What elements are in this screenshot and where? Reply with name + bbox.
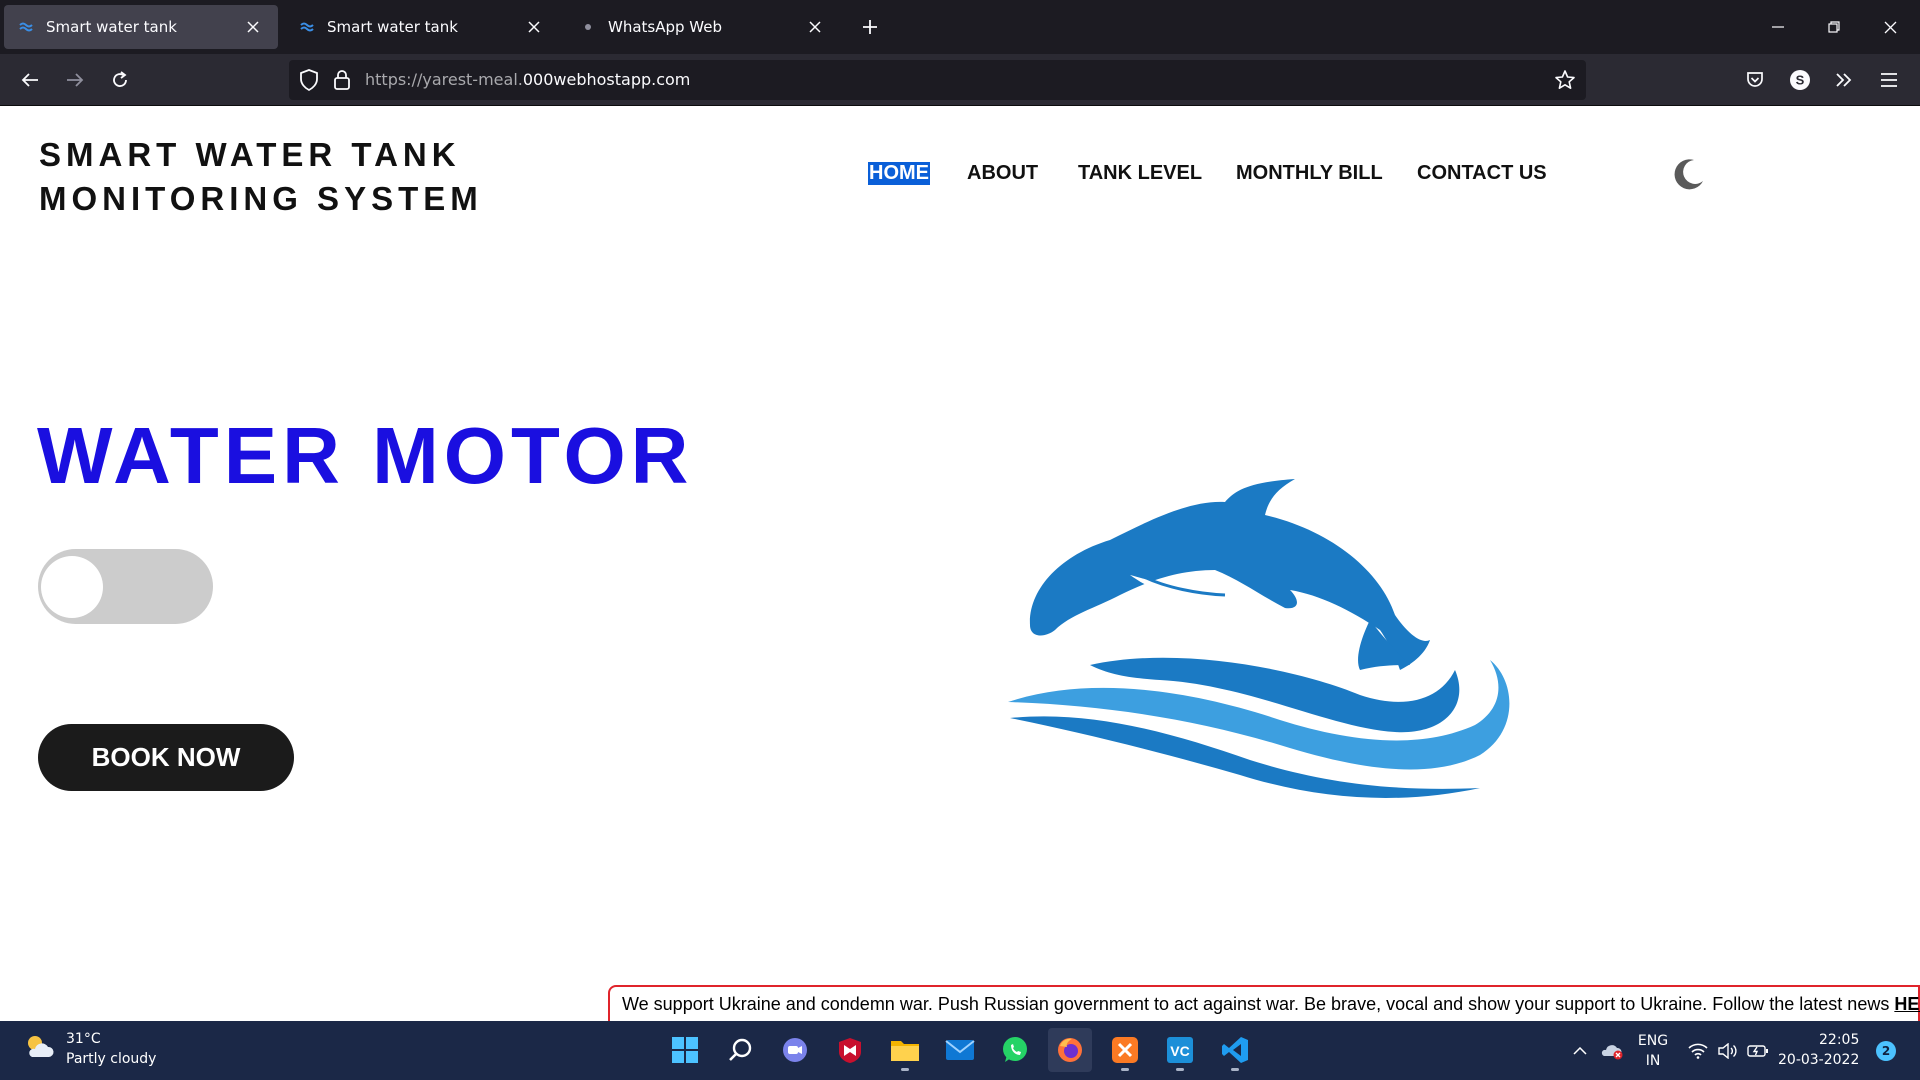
minimize-icon[interactable]: [1750, 0, 1806, 54]
show-hidden-icons-chevron-icon[interactable]: [1565, 1021, 1595, 1080]
hamburger-menu-icon[interactable]: [1871, 62, 1907, 98]
xampp-icon[interactable]: [1103, 1028, 1147, 1072]
clock-date-text: 20-03-2022: [1778, 1052, 1860, 1068]
tab-smart-water-tank[interactable]: Smart water tank: [285, 5, 559, 49]
url-text[interactable]: https://yarest-meal.000webhostapp.com: [365, 70, 690, 89]
lock-icon[interactable]: [333, 69, 351, 96]
moon-icon[interactable]: [1672, 157, 1706, 196]
tab-title: Smart water tank: [327, 18, 458, 36]
dolphin-waves-logo: [1000, 470, 1510, 815]
clock-date[interactable]: 22:05 20-03-2022: [1778, 1030, 1859, 1070]
svg-text:VC: VC: [1170, 1043, 1189, 1059]
address-bar[interactable]: https://yarest-meal.000webhostapp.com: [289, 60, 1586, 100]
tab-whatsapp-web[interactable]: WhatsApp Web: [566, 5, 840, 49]
tracking-shield-icon[interactable]: [299, 69, 319, 96]
firefox-icon[interactable]: [1048, 1028, 1092, 1072]
water-favicon-icon: [299, 19, 315, 35]
nav-tank-level[interactable]: TANK LEVEL: [1078, 162, 1202, 185]
banner-here-link[interactable]: HERE: [1894, 994, 1920, 1014]
vnc-viewer-icon[interactable]: VC: [1158, 1028, 1202, 1072]
weather-description: Partly cloudy: [66, 1051, 157, 1067]
url-domain: 000webhostapp.com: [522, 70, 691, 89]
mcafee-icon[interactable]: [828, 1028, 872, 1072]
bookmark-star-icon[interactable]: [1554, 69, 1576, 96]
more-tools-chevron-icon[interactable]: [1826, 62, 1862, 98]
nav-contact-us[interactable]: CONTACT US: [1417, 162, 1547, 185]
site-title-line2: MONITORING SYSTEM: [39, 180, 483, 217]
close-tab-icon[interactable]: [523, 16, 545, 38]
search-icon[interactable]: [718, 1028, 762, 1072]
close-window-icon[interactable]: [1862, 0, 1918, 54]
vscode-icon[interactable]: [1213, 1028, 1257, 1072]
pocket-icon[interactable]: [1737, 62, 1773, 98]
tab-smart-water-tank-active[interactable]: Smart water tank: [4, 5, 278, 49]
nav-about[interactable]: ABOUT: [967, 162, 1038, 185]
weather-widget[interactable]: 31°C Partly cloudy: [24, 1029, 156, 1069]
whatsapp-icon[interactable]: [993, 1028, 1037, 1072]
motor-toggle-switch[interactable]: [38, 549, 213, 624]
clock-time: 22:05: [1819, 1032, 1860, 1048]
new-tab-plus-icon[interactable]: [856, 13, 884, 41]
book-now-button[interactable]: BOOK NOW: [38, 724, 294, 791]
toggle-knob: [41, 556, 103, 618]
tab-title: Smart water tank: [46, 18, 177, 36]
browser-nav-bar: https://yarest-meal.000webhostapp.com S: [0, 54, 1920, 106]
banner-message: We support Ukraine and condemn war. Push…: [622, 994, 1920, 1015]
restore-icon[interactable]: [1806, 0, 1862, 54]
mail-icon[interactable]: [938, 1028, 982, 1072]
language-code: ENG: [1637, 1032, 1669, 1049]
close-tab-icon[interactable]: [804, 16, 826, 38]
start-windows-icon[interactable]: [663, 1028, 707, 1072]
site-title: SMART WATER TANK MONITORING SYSTEM: [39, 133, 483, 221]
forward-arrow-icon[interactable]: [57, 62, 93, 98]
ukraine-support-banner: We support Ukraine and condemn war. Push…: [608, 985, 1920, 1021]
volume-icon[interactable]: [1714, 1021, 1742, 1080]
tab-title: WhatsApp Web: [608, 18, 723, 36]
wifi-icon[interactable]: [1684, 1021, 1712, 1080]
notification-count-badge[interactable]: 2: [1876, 1041, 1896, 1061]
windows-taskbar: 31°C Partly cloudy VC ENG IN 22:05 20-03…: [0, 1021, 1920, 1080]
file-explorer-icon[interactable]: [883, 1028, 927, 1072]
hero-heading: WATER MOTOR: [37, 411, 694, 500]
water-favicon-icon: [18, 19, 34, 35]
onedrive-error-icon[interactable]: [1597, 1021, 1627, 1080]
teams-chat-icon[interactable]: [773, 1028, 817, 1072]
banner-text: We support Ukraine and condemn war. Push…: [622, 994, 1895, 1014]
battery-charging-icon[interactable]: [1744, 1021, 1772, 1080]
reload-icon[interactable]: [102, 62, 138, 98]
language-indicator[interactable]: ENG IN: [1630, 1021, 1676, 1080]
account-avatar-icon[interactable]: S: [1782, 62, 1818, 98]
weather-temperature: 31°C: [66, 1031, 101, 1047]
close-tab-icon[interactable]: [242, 16, 264, 38]
nav-monthly-bill[interactable]: MONTHLY BILL: [1236, 162, 1383, 185]
url-prefix: https://yarest-meal.: [365, 70, 523, 89]
browser-tab-bar: Smart water tank Smart water tank WhatsA…: [0, 0, 1920, 54]
partly-cloudy-icon: [24, 1033, 54, 1066]
language-region: IN: [1645, 1052, 1661, 1069]
nav-home[interactable]: HOME: [868, 162, 930, 185]
site-title-line1: SMART WATER TANK: [39, 136, 461, 173]
back-arrow-icon[interactable]: [12, 62, 48, 98]
svg-text:S: S: [1796, 73, 1805, 88]
loading-dot-icon: [580, 19, 596, 35]
